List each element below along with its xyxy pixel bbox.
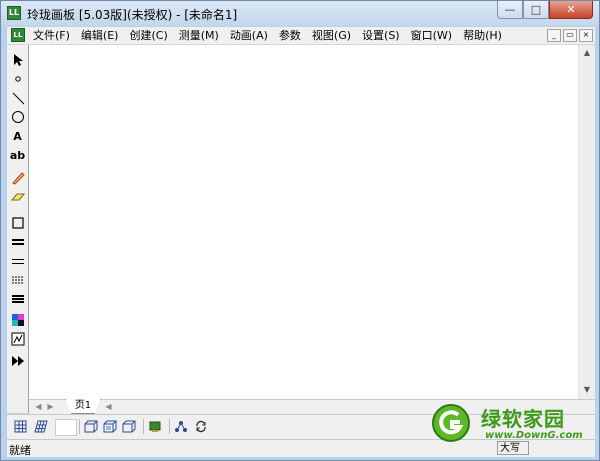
slide-icon[interactable]	[147, 419, 162, 434]
menu-view[interactable]: 视图(G)	[312, 27, 351, 44]
doc-close-button[interactable]: ×	[579, 29, 593, 42]
watermark-name: 绿软家园	[481, 407, 565, 431]
separator	[143, 419, 144, 434]
document-icon[interactable]: LL	[11, 28, 25, 42]
label-tool-icon[interactable]: ab	[9, 147, 26, 164]
line-style-icon[interactable]	[9, 290, 26, 307]
separator	[169, 419, 170, 434]
doc-minimize-button[interactable]: _	[547, 29, 561, 42]
menu-window[interactable]: 窗口(W)	[411, 27, 452, 44]
window-controls: — □ ✕	[497, 1, 593, 20]
page-first-icon[interactable]: ◀	[33, 401, 44, 412]
close-button[interactable]: ✕	[549, 1, 593, 19]
color-palette-icon[interactable]	[9, 311, 26, 328]
maximize-button[interactable]: □	[523, 1, 549, 19]
refresh-icon[interactable]	[193, 419, 208, 434]
circle-tool-icon[interactable]	[9, 108, 26, 125]
page-tab-1[interactable]: 页1	[65, 399, 101, 414]
menu-animation[interactable]: 动画(A)	[230, 27, 268, 44]
text-tool-icon[interactable]: A	[9, 128, 26, 145]
watermark: 绿软家园 www.DownG.com	[429, 401, 599, 451]
watermark-url: www.DownG.com	[485, 430, 583, 441]
app-icon[interactable]: LL	[7, 6, 21, 20]
select-arrow-icon[interactable]	[9, 51, 26, 68]
menu-parameters[interactable]: 参数	[279, 27, 301, 44]
title-bar[interactable]: LL 玲珑画板 [5.03版](未授权) - [未命名1] — □ ✕	[1, 1, 599, 26]
rectangle-tool-icon[interactable]	[9, 214, 26, 231]
doc-restore-button[interactable]: ▭	[563, 29, 577, 42]
document-controls: _ ▭ ×	[545, 29, 593, 42]
line-tool-icon[interactable]	[9, 89, 26, 106]
cube-side-icon[interactable]	[102, 419, 117, 434]
cube-top-icon[interactable]	[121, 419, 136, 434]
cube-front-icon[interactable]	[83, 419, 98, 434]
menu-measure[interactable]: 测量(M)	[179, 27, 219, 44]
eraser-tool-icon[interactable]	[9, 188, 26, 205]
toolbox: A ab	[7, 45, 29, 413]
app-window: LL 玲珑画板 [5.03版](未授权) - [未命名1] — □ ✕ LL 文…	[0, 0, 600, 461]
menu-file[interactable]: 文件(F)	[33, 27, 70, 44]
scroll-up-icon[interactable]: ▲	[580, 46, 594, 60]
graph-tool-icon[interactable]	[9, 330, 26, 347]
menu-help[interactable]: 帮助(H)	[463, 27, 502, 44]
grid-icon[interactable]	[13, 419, 28, 434]
menu-edit[interactable]: 编辑(E)	[81, 27, 119, 44]
status-text: 就绪	[9, 444, 31, 457]
window-title: 玲珑画板 [5.03版](未授权) - [未命名1]	[27, 8, 238, 22]
page-next-icon[interactable]: ◀	[103, 401, 114, 412]
fast-forward-icon[interactable]	[9, 352, 26, 369]
separator	[79, 419, 80, 434]
drawing-canvas[interactable]	[29, 45, 578, 399]
point-tool-icon[interactable]	[9, 70, 26, 87]
minimize-button[interactable]: —	[497, 1, 523, 19]
menu-create[interactable]: 创建(C)	[129, 27, 167, 44]
scroll-down-icon[interactable]: ▼	[580, 383, 594, 397]
blank-slot	[55, 419, 77, 436]
skew-grid-icon[interactable]	[33, 419, 48, 434]
menu-settings[interactable]: 设置(S)	[362, 27, 400, 44]
dashed-line-icon[interactable]	[9, 271, 26, 288]
vertical-scrollbar[interactable]: ▲ ▼	[578, 45, 595, 399]
thin-line-icon[interactable]	[9, 252, 26, 269]
molecule-icon[interactable]	[173, 419, 188, 434]
menu-bar: LL 文件(F) 编辑(E) 创建(C) 测量(M) 动画(A) 参数 视图(G…	[7, 27, 595, 45]
page-prev-icon[interactable]: ▶	[45, 401, 56, 412]
pencil-tool-icon[interactable]	[9, 169, 26, 186]
watermark-logo-icon	[429, 401, 473, 445]
thick-line-icon[interactable]	[9, 233, 26, 250]
